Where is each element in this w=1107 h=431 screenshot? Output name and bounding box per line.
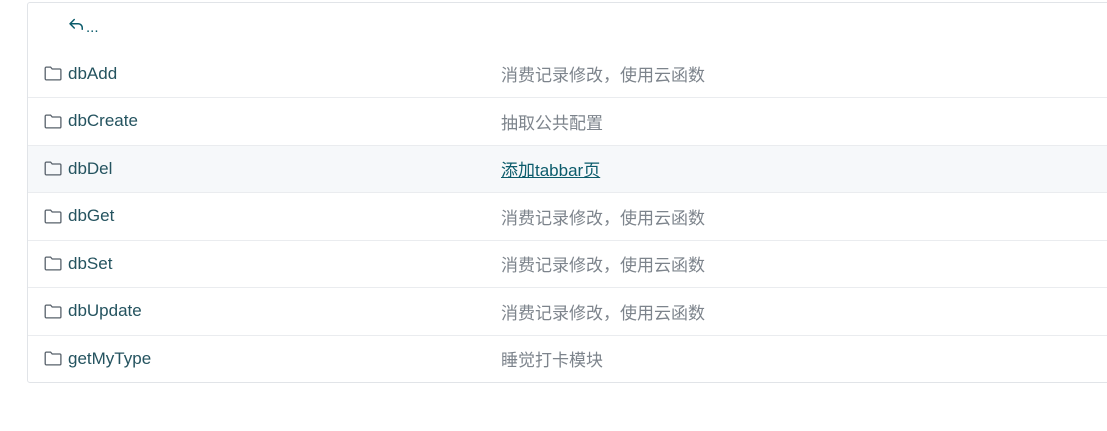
folder-icon: [44, 351, 62, 367]
file-name-cell: getMyType: [44, 336, 151, 383]
parent-directory-row[interactable]: ...: [28, 3, 1107, 50]
parent-directory-label[interactable]: ...: [86, 19, 99, 36]
file-row-dbUpdate[interactable]: dbUpdate 消费记录修改，使用云函数: [28, 287, 1107, 335]
parent-directory-link[interactable]: ...: [68, 17, 99, 37]
folder-name-link[interactable]: dbAdd: [68, 64, 117, 84]
commit-message[interactable]: 消费记录修改，使用云函数: [501, 50, 705, 97]
folder-icon: [44, 208, 62, 224]
file-name-cell: dbSet: [44, 241, 112, 288]
file-name-cell: dbDel: [44, 146, 112, 193]
file-rows: dbAdd 消费记录修改，使用云函数 dbCreate 抽取公共配置 dbDel…: [28, 50, 1107, 382]
commit-message[interactable]: 添加tabbar页: [501, 146, 600, 193]
folder-icon: [44, 303, 62, 319]
file-row-dbAdd[interactable]: dbAdd 消费记录修改，使用云函数: [28, 50, 1107, 97]
file-row-dbDel[interactable]: dbDel 添加tabbar页: [28, 144, 1107, 193]
folder-name-link[interactable]: dbDel: [68, 159, 112, 179]
file-name-cell: dbGet: [44, 193, 114, 240]
folder-icon: [44, 161, 62, 177]
folder-icon: [44, 113, 62, 129]
folder-name-link[interactable]: dbGet: [68, 206, 114, 226]
commit-message[interactable]: 睡觉打卡模块: [501, 336, 603, 383]
file-list-table: ... dbAdd 消费记录修改，使用云函数 dbCreate 抽取公共配置 d…: [27, 2, 1107, 383]
file-name-cell: dbUpdate: [44, 288, 142, 335]
file-row-dbSet[interactable]: dbSet 消费记录修改，使用云函数: [28, 239, 1107, 288]
file-name-cell: dbCreate: [44, 98, 138, 145]
folder-name-link[interactable]: dbUpdate: [68, 301, 142, 321]
folder-name-link[interactable]: dbCreate: [68, 111, 138, 131]
commit-message[interactable]: 消费记录修改，使用云函数: [501, 193, 705, 240]
file-row-dbCreate[interactable]: dbCreate 抽取公共配置: [28, 97, 1107, 145]
commit-message[interactable]: 抽取公共配置: [501, 98, 603, 145]
folder-icon: [44, 66, 62, 82]
folder-name-link[interactable]: getMyType: [68, 349, 151, 369]
file-name-cell: dbAdd: [44, 50, 117, 97]
reply-arrow-icon: [68, 17, 86, 37]
commit-message[interactable]: 消费记录修改，使用云函数: [501, 241, 705, 288]
commit-message[interactable]: 消费记录修改，使用云函数: [501, 288, 705, 335]
folder-icon: [44, 256, 62, 272]
file-row-getMyType[interactable]: getMyType 睡觉打卡模块: [28, 334, 1107, 383]
folder-name-link[interactable]: dbSet: [68, 254, 112, 274]
file-row-dbGet[interactable]: dbGet 消费记录修改，使用云函数: [28, 192, 1107, 240]
